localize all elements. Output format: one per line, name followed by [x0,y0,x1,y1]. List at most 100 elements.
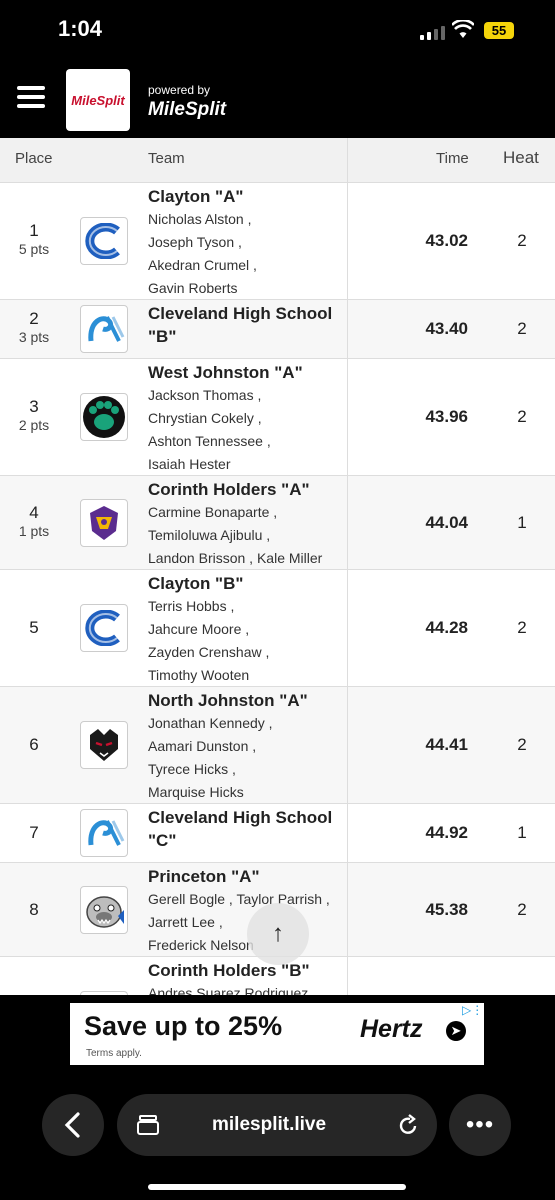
athlete-names[interactable]: Chrystian Cokely , [148,407,343,430]
place-number: 8 [29,900,39,919]
team-name[interactable]: Cleveland High School "C" [148,806,343,852]
heat-cell: 2 [517,407,527,426]
table-row[interactable]: 32 pts West Johnston "A" Jackson Thomas ,C… [0,359,555,476]
url-text: milesplit.live [212,1114,327,1135]
status-time: 1:04 [58,16,103,41]
athlete-names[interactable]: Aamari Dunston , [148,735,343,758]
ad-terms: Terms apply. [86,1048,142,1059]
ad-banner-area: Save up to 25% Terms apply. Hertz ➤ ▷⋮ [0,995,555,1080]
table-row[interactable]: 6 North Johnston "A" Jonathan Kennedy , Aam… [0,687,555,804]
more-options-button[interactable]: ••• [449,1094,511,1156]
time-cell: 44.92 [425,823,468,842]
status-bar: 1:04 55 [0,0,555,60]
team-name[interactable]: Princeton "A" [148,865,343,888]
table-row[interactable]: 41 pts Corinth Holders "A" Carmine Bonapar… [0,476,555,570]
team-name[interactable]: Corinth Holders "A" [148,478,343,501]
heat-cell: 1 [517,513,527,532]
place-cell: 23 pts [0,309,68,345]
athlete-names[interactable]: Akedran Crumel , [148,254,343,277]
athlete-names[interactable]: Jahcure Moore , [148,618,343,641]
team-name[interactable]: North Johnston "A" [148,689,343,712]
team-cell: Princeton "A" Gerell Bogle , Taylor Parri… [148,865,343,957]
athlete-names[interactable]: Frederick Nelson [148,934,343,957]
ad-brand: Hertz [360,1015,423,1043]
table-header: Place Team Time Heat [0,138,555,183]
team-logo [80,499,128,547]
team-name[interactable]: Cleveland High School "B" [148,302,343,348]
table-row[interactable]: 7 Cleveland High School "C" 44.92 1 [0,804,555,863]
reload-icon[interactable] [397,1113,419,1137]
team-logo [80,393,128,441]
cellular-signal-icon [420,24,445,40]
team-name[interactable]: Clayton "B" [148,572,343,595]
wifi-icon [452,20,474,38]
milesplit-logo[interactable]: MileSplit [66,69,130,131]
home-indicator [148,1184,406,1190]
athlete-names[interactable]: Temiloluwa Ajibulu , [148,524,343,547]
app-header: MileSplit powered by MileSplit [0,60,555,138]
place-cell: 41 pts [0,503,68,539]
athlete-names[interactable]: Marquise Hicks [148,781,343,804]
athlete-names[interactable]: Landon Brisson , Kale Miller [148,547,343,570]
table-body: 15 pts Clayton "A" Nicholas Alston , Joseph… [0,183,555,995]
back-button[interactable] [42,1094,104,1156]
heat-cell: 2 [517,319,527,338]
place-cell: 32 pts [0,397,68,433]
points-label: 3 pts [18,329,50,345]
team-logo [80,217,128,265]
athlete-names[interactable]: Nicholas Alston , [148,208,343,231]
ad-banner[interactable]: Save up to 25% Terms apply. Hertz ➤ ▷⋮ [70,1003,484,1065]
points-label: 5 pts [18,241,50,257]
place-cell: 5 [0,618,68,638]
up-arrow-icon: ↑ [272,920,284,947]
time-cell: 44.04 [425,513,468,532]
team-logo [80,809,128,857]
points-label: 1 pts [18,523,50,539]
place-number: 5 [29,618,39,637]
team-logo [80,886,128,934]
scroll-to-top-button[interactable]: ↑ [247,903,309,965]
time-cell: 43.02 [425,231,468,250]
athlete-names[interactable]: Zayden Crenshaw , [148,641,343,664]
adchoices-icon[interactable]: ▷⋮ [462,1003,483,1017]
athlete-names[interactable]: Terris Hobbs , [148,595,343,618]
place-cell: 7 [0,823,68,843]
place-number: 6 [29,735,39,754]
athlete-names[interactable]: Timothy Wooten [148,664,343,687]
place-number: 3 [29,397,39,416]
menu-icon[interactable] [17,86,45,108]
athlete-names[interactable]: Gavin Roberts [148,277,343,300]
table-row[interactable]: 15 pts Clayton "A" Nicholas Alston , Joseph… [0,183,555,300]
athlete-names[interactable]: Carmine Bonaparte , [148,501,343,524]
column-time: Time [436,150,469,167]
athlete-names[interactable]: Gerell Bogle , Taylor Parrish , [148,888,343,911]
athlete-names[interactable]: Jackson Thomas , [148,384,343,407]
athlete-names[interactable]: Joseph Tyson , [148,231,343,254]
team-name[interactable]: Clayton "A" [148,185,343,208]
column-place: Place [15,150,53,167]
athlete-names[interactable]: Ashton Tennessee , [148,430,343,453]
team-cell: North Johnston "A" Jonathan Kennedy , Aama… [148,689,343,804]
points-label: 2 pts [18,417,50,433]
address-bar[interactable]: milesplit.live [117,1094,437,1156]
heat-cell: 2 [517,735,527,754]
team-name[interactable]: Corinth Holders "B" [148,959,343,982]
athlete-names[interactable]: Jonathan Kennedy , [148,712,343,735]
place-number: 1 [29,221,39,240]
team-name[interactable]: West Johnston "A" [148,361,343,384]
place-number: 4 [29,503,39,522]
time-cell: 44.41 [425,735,468,754]
ad-arrow-icon[interactable]: ➤ [446,1021,466,1041]
athlete-names[interactable]: Tyrece Hicks , [148,758,343,781]
browser-toolbar: milesplit.live ••• [0,1080,555,1200]
table-row[interactable]: 5 Clayton "B" Terris Hobbs , Jahcure Moore … [0,570,555,687]
athlete-names[interactable]: Isaiah Hester [148,453,343,476]
table-row[interactable]: 23 pts Cleveland High School "B" 43.40 2 [0,300,555,359]
heat-cell: 2 [517,618,527,637]
team-logo [80,305,128,353]
heat-cell: 2 [517,231,527,250]
athlete-names[interactable]: Andres Suarez Rodriguez , [148,982,343,995]
athlete-names[interactable]: Jarrett Lee , [148,911,343,934]
team-cell: Cleveland High School "B" [148,302,343,348]
column-heat: Heat [503,148,539,167]
